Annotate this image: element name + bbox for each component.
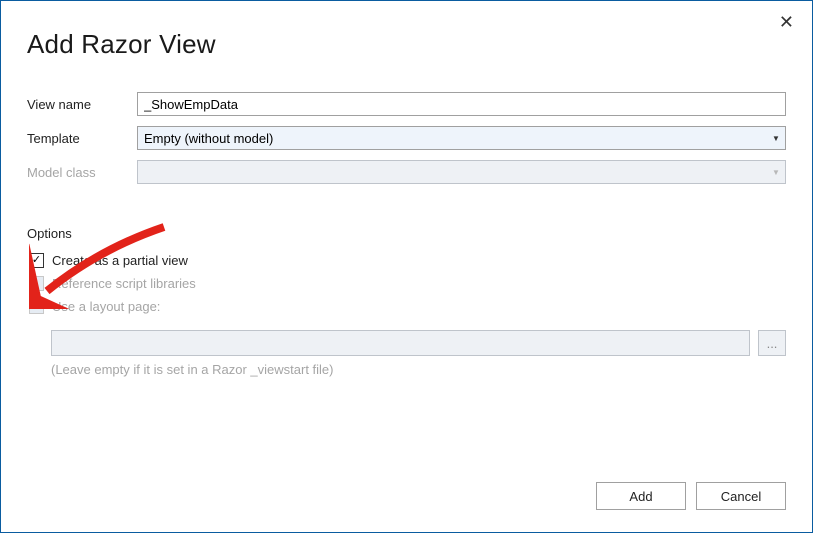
- partial-view-label: Create as a partial view: [52, 253, 188, 268]
- template-value: Empty (without model): [138, 131, 767, 146]
- cancel-button[interactable]: Cancel: [696, 482, 786, 510]
- view-name-label: View name: [27, 97, 137, 112]
- chevron-down-icon: ▼: [767, 168, 785, 177]
- reference-scripts-row: Reference script libraries: [27, 276, 786, 291]
- template-label: Template: [27, 131, 137, 146]
- reference-scripts-label: Reference script libraries: [52, 276, 196, 291]
- model-class-dropdown: ▼: [137, 160, 786, 184]
- layout-hint: (Leave empty if it is set in a Razor _vi…: [51, 362, 786, 377]
- layout-path-input: [51, 330, 750, 356]
- options-section: Options ✓ Create as a partial view Refer…: [27, 226, 786, 377]
- browse-button: ...: [758, 330, 786, 356]
- view-name-input[interactable]: [137, 92, 786, 116]
- layout-path-row: ...: [51, 330, 786, 356]
- button-bar: Add Cancel: [596, 482, 786, 510]
- use-layout-row: ✓ Use a layout page:: [27, 299, 786, 314]
- partial-view-checkbox[interactable]: ✓: [29, 253, 44, 268]
- template-row: Template Empty (without model) ▼: [27, 126, 786, 150]
- partial-view-row: ✓ Create as a partial view: [27, 253, 786, 268]
- close-button[interactable]: ✕: [779, 13, 794, 31]
- use-layout-label: Use a layout page:: [52, 299, 160, 314]
- add-button[interactable]: Add: [596, 482, 686, 510]
- reference-scripts-checkbox: [29, 276, 44, 291]
- dialog-title: Add Razor View: [27, 29, 786, 60]
- view-name-row: View name: [27, 92, 786, 116]
- chevron-down-icon: ▼: [767, 134, 785, 143]
- template-dropdown[interactable]: Empty (without model) ▼: [137, 126, 786, 150]
- add-razor-view-dialog: ✕ Add Razor View View name Template Empt…: [0, 0, 813, 533]
- model-class-label: Model class: [27, 165, 137, 180]
- model-class-row: Model class ▼: [27, 160, 786, 184]
- options-header: Options: [27, 226, 786, 241]
- use-layout-checkbox: ✓: [29, 299, 44, 314]
